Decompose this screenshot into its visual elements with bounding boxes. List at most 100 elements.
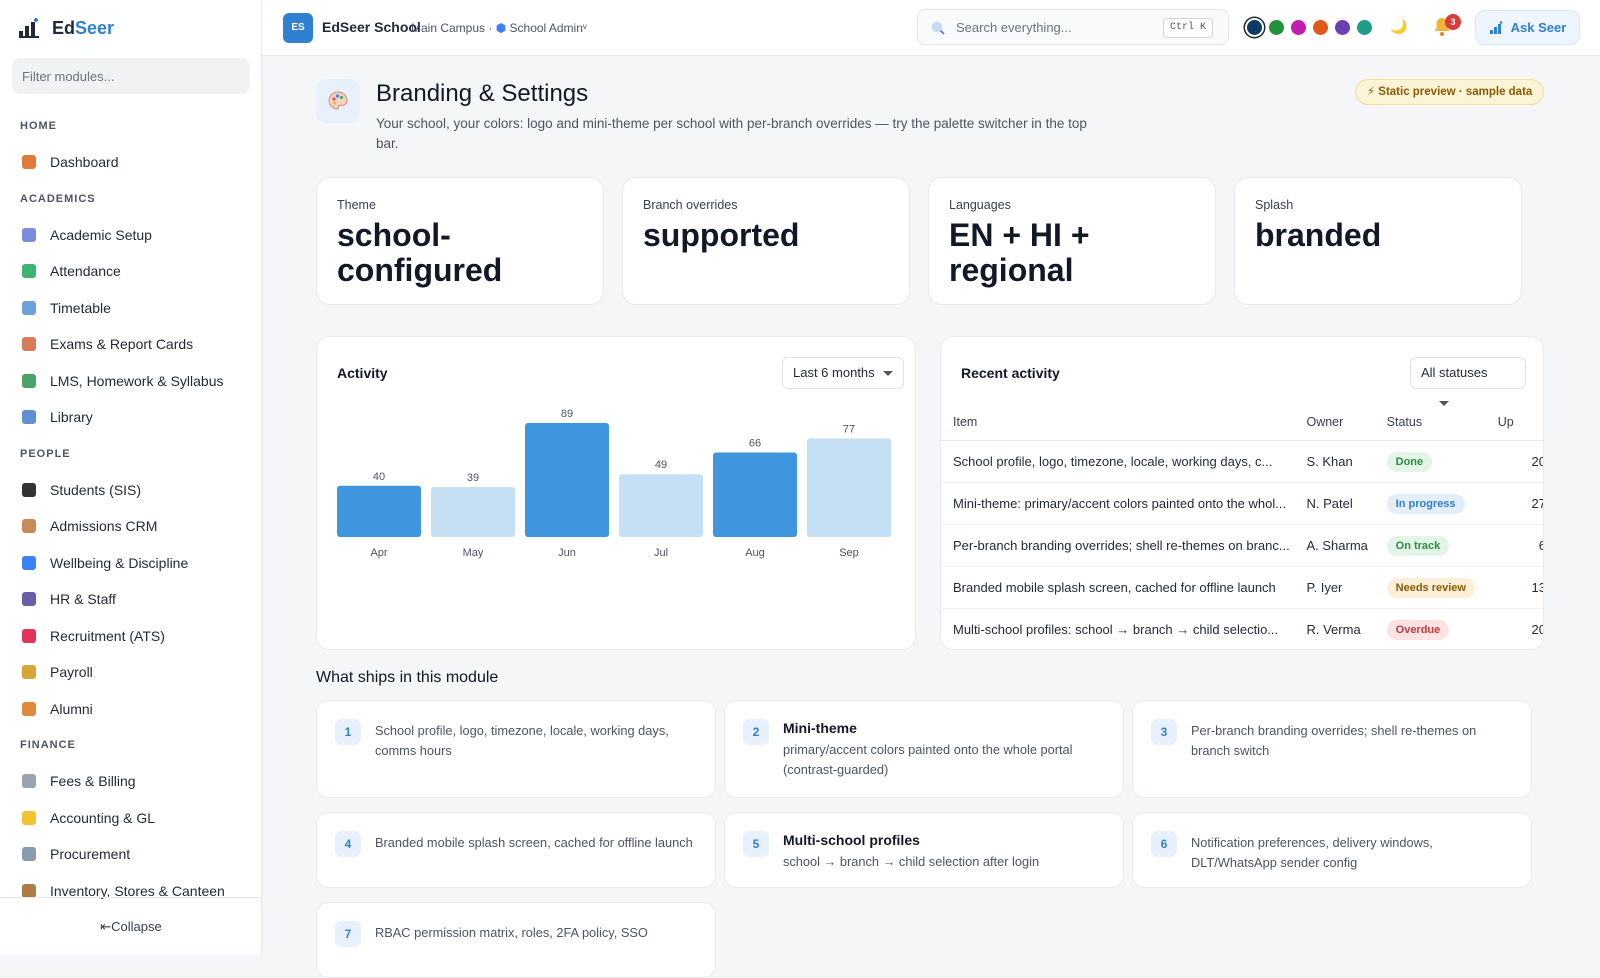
sidebar-item-exams-report-cards[interactable]: Exams & Report Cards (0, 326, 262, 363)
table-row[interactable]: School profile, logo, timezone, locale, … (941, 441, 1543, 483)
ask-seer-label: Ask Seer (1510, 20, 1567, 35)
recent-activity-table: Item Owner Status Up School profile, logo, t… (941, 403, 1543, 649)
chart-bar[interactable] (713, 452, 797, 537)
feature-title: Mini-theme (783, 720, 857, 736)
sidebar-item-payroll[interactable]: Payroll (0, 654, 262, 691)
chart-bar[interactable] (807, 438, 891, 537)
stat-label: Languages (949, 198, 1011, 212)
sidebar-item-label: Academic Setup (50, 226, 152, 243)
sidebar-item-dashboard[interactable]: Dashboard (0, 144, 262, 181)
stat-card: Branch overrides supported (622, 177, 910, 305)
feature-description: school → branch → child selection after … (783, 854, 1040, 869)
brand-name-ed: Ed (52, 17, 76, 38)
sidebar-item-library[interactable]: Library (0, 399, 262, 436)
feature-card: 1 School profile, logo, timezone, locale,… (316, 700, 716, 798)
palette-swatch[interactable] (1335, 20, 1350, 35)
status-cell: Needs review (1386, 577, 1498, 598)
search-icon (931, 21, 945, 35)
campus-role-switcher[interactable]: Main Campus · ⬢ School Adminᵛ (411, 21, 587, 35)
sidebar-item-wellbeing-discipline[interactable]: Wellbeing & Discipline (0, 545, 262, 582)
sidebar-item-lms-homework-syllabus[interactable]: LMS, Homework & Syllabus (0, 363, 262, 400)
feature-number: 7 (335, 921, 361, 947)
table-row[interactable]: Per-branch branding overrides; shell re-… (941, 525, 1543, 567)
item-cell: Multi-school profiles: school → branch →… (953, 622, 1279, 637)
chart-bar[interactable] (525, 423, 609, 537)
table-row[interactable]: Multi-school profiles: school → branch →… (941, 609, 1543, 649)
feature-number: 5 (743, 831, 769, 857)
item-cell: Branded mobile splash screen, cached for… (953, 580, 1276, 595)
heart-icon (22, 555, 36, 570)
chart-bar[interactable] (619, 474, 703, 537)
bar-value-label: 66 (749, 437, 761, 449)
nav-section-title: FINANCE (20, 739, 76, 751)
sidebar-item-label: Fees & Billing (50, 773, 136, 790)
nav-section-title: PEOPLE (20, 447, 71, 460)
chart-bar[interactable] (337, 485, 421, 537)
x-tick-label: May (463, 547, 484, 559)
feature-description: RBAC permission matrix, roles, 2FA polic… (375, 925, 648, 940)
palette-swatch[interactable] (1357, 20, 1372, 35)
sidebar-item-hr-staff[interactable]: HR & Staff (0, 581, 262, 618)
collapse-button[interactable]: ⇤Collapse (0, 897, 262, 955)
sidebar-item-label: Payroll (50, 664, 93, 681)
sidebar-item-timetable[interactable]: Timetable (0, 290, 262, 327)
static-preview-badge: ⚡ Static preview · sample data (1355, 79, 1545, 105)
sidebar-item-attendance[interactable]: Attendance (0, 253, 262, 290)
feature-card: 5 Multi-school profiles school → branch → … (724, 812, 1124, 888)
owner-cell: R. Verma (1306, 622, 1361, 637)
activity-bar-chart: 40 Apr 39 May 89 Jun 49 Jul 66 Aug 77 Sep (337, 408, 891, 559)
sidebar-item-procurement[interactable]: Procurement (0, 836, 262, 873)
notification-count-badge: 3 (1445, 14, 1461, 30)
sidebar-item-alumni[interactable]: Alumni (0, 691, 262, 728)
status-badge: In progress (1386, 493, 1465, 514)
sidebar: EdSeer HOME Dashboard ACADEMICS Academic Se… (0, 0, 262, 955)
bar-value-label: 39 (467, 472, 479, 484)
sidebar-item-recruitment-ats[interactable]: Recruitment (ATS) (0, 618, 262, 655)
sidebar-item-label: Students (SIS) (50, 481, 142, 498)
sidebar-item-accounting-gl[interactable]: Accounting & GL (0, 800, 262, 837)
money-bag-icon (22, 665, 36, 680)
feature-card: 4 Branded mobile splash screen, cached fo… (316, 812, 716, 888)
palette-swatch[interactable] (1291, 20, 1306, 35)
topbar: ES EdSeer School Main Campus · ⬢ School … (262, 0, 1600, 56)
sidebar-item-academic-setup[interactable]: Academic Setup (0, 217, 262, 254)
stat-value: branded (1255, 217, 1382, 253)
package-icon (22, 883, 36, 898)
ask-seer-button[interactable]: Ask Seer (1475, 10, 1580, 45)
dark-mode-moon-icon[interactable]: 🌙 (1390, 18, 1407, 35)
sidebar-item-label: Dashboard (50, 154, 119, 171)
column-header[interactable]: Up (1498, 415, 1543, 429)
bar-value-label: 77 (843, 423, 855, 435)
table-row[interactable]: Branded mobile splash screen, cached for… (941, 567, 1543, 609)
sidebar-item-students-sis[interactable]: Students (SIS) (0, 472, 262, 509)
status-filter-dropdown[interactable]: All statuses (1410, 357, 1526, 407)
sidebar-item-admissions-crm[interactable]: Admissions CRM (0, 508, 262, 545)
table-row[interactable]: Mini-theme: primary/accent colors painte… (941, 483, 1543, 525)
owner-cell: P. Iyer (1306, 580, 1343, 595)
palette-swatch[interactable] (1269, 20, 1284, 35)
palette-swatch[interactable] (1313, 20, 1328, 35)
updated-cell: 27 (1531, 496, 1543, 511)
feature-description: primary/accent colors painted onto the w… (783, 742, 1073, 777)
school-logo[interactable]: ES (283, 13, 313, 43)
search-placeholder: Search everything... (956, 20, 1072, 35)
status-cell: On track (1386, 535, 1498, 556)
filter-modules-input[interactable] (12, 58, 250, 94)
item-cell: Per-branch branding overrides; shell re-… (953, 538, 1290, 553)
school-name[interactable]: EdSeer School (322, 19, 421, 35)
column-header[interactable]: Owner (1306, 415, 1386, 429)
stat-label: Branch overrides (643, 198, 738, 212)
status-badge: Overdue (1386, 619, 1450, 640)
palette-swatch[interactable] (1247, 20, 1262, 35)
feature-description: School profile, logo, timezone, locale, … (375, 723, 669, 758)
column-header[interactable]: Item (941, 415, 1306, 429)
sidebar-item-fees-billing[interactable]: Fees & Billing (0, 763, 262, 800)
brand-logo[interactable]: EdSeer (18, 17, 114, 39)
global-search[interactable]: Search everything... Ctrl K (917, 9, 1229, 45)
campus-name: Main Campus · (411, 21, 493, 35)
activity-card: Activity Last 6 months 40 Apr 39 May 89 Jun 49… (316, 336, 916, 650)
sidebar-item-label: Attendance (50, 263, 121, 280)
column-header[interactable]: Status (1387, 415, 1498, 429)
clipboard-icon (22, 519, 36, 534)
chart-bar[interactable] (431, 487, 515, 537)
